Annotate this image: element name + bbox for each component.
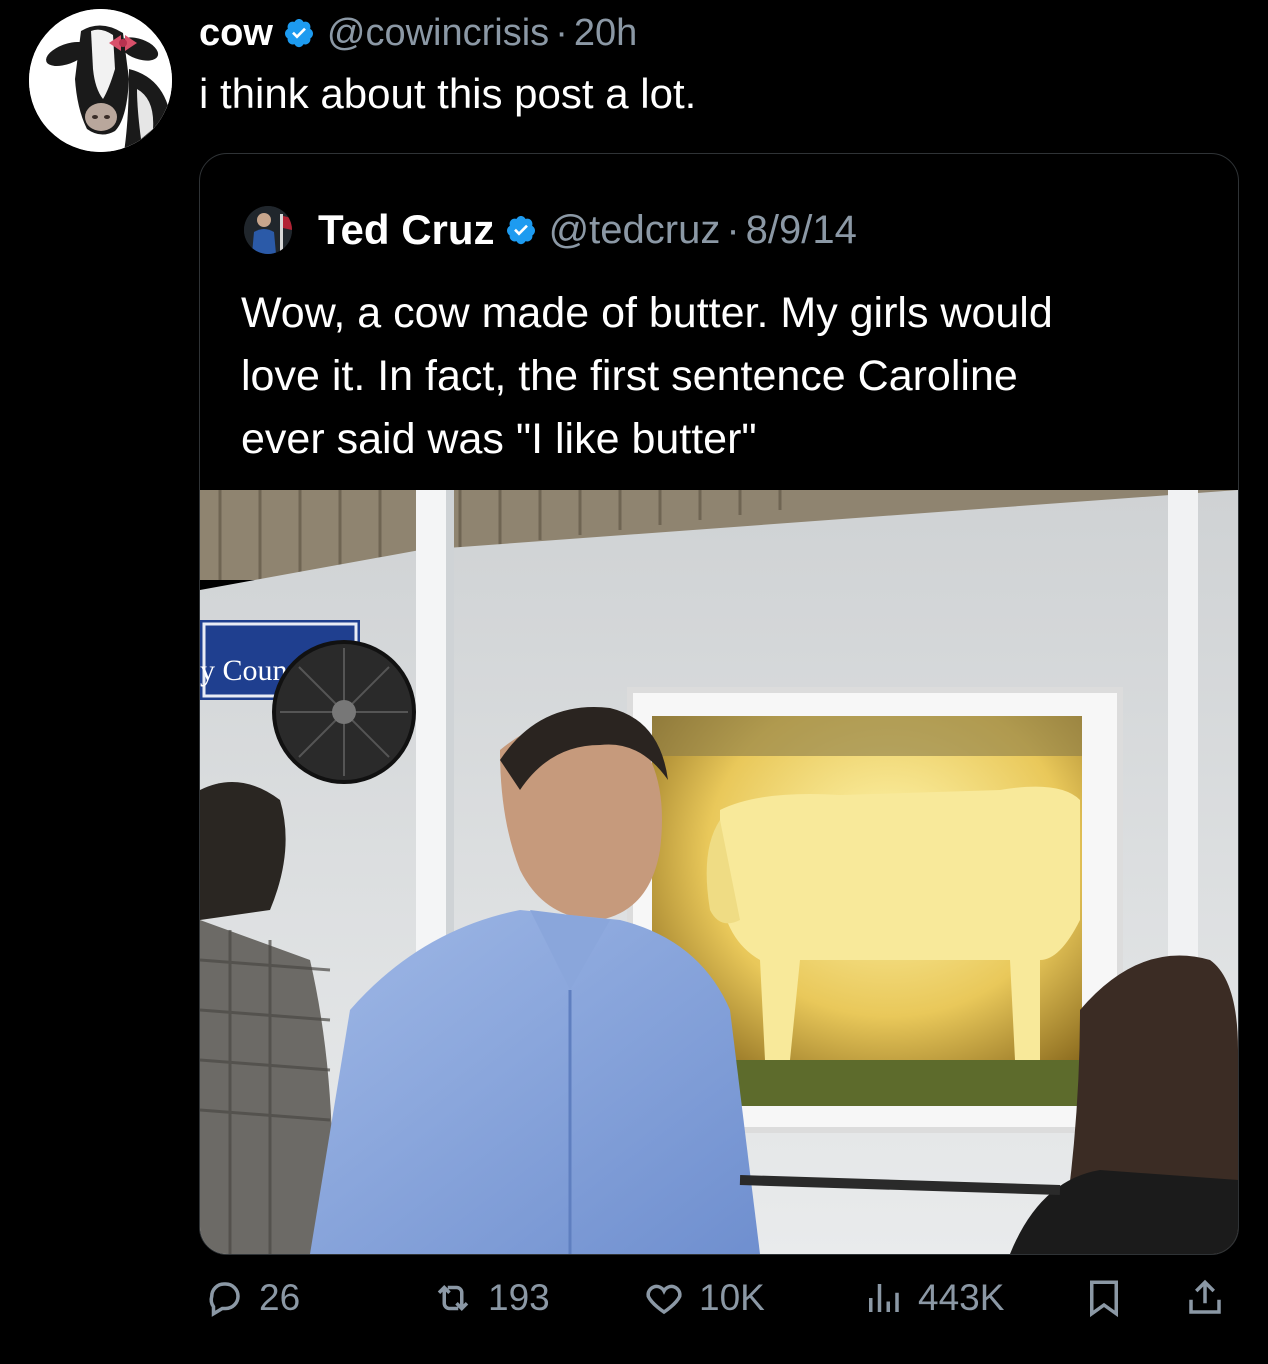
post-header: cow @cowincrisis · 20h [199,8,637,58]
quoted-post-photo[interactable]: y Council [200,490,1238,1254]
author-name[interactable]: cow [199,12,273,55]
views-chart-icon [869,1284,899,1312]
verified-badge-icon [505,214,537,246]
post-text: i think about this post a lot. [199,70,697,117]
quoted-post-text: Wow, a cow made of butter. My girls woul… [241,282,1201,471]
separator-dot: · [726,207,740,252]
butter-cow-photo: y Council [200,490,1238,1254]
separator-dot: · [555,11,568,54]
repost-button[interactable]: 193 [432,1268,550,1328]
author-handle[interactable]: @cowincrisis [327,12,549,55]
share-icon [1189,1279,1221,1314]
cow-avatar-image [29,9,172,152]
quoted-text-line: ever said was "I like butter" [241,415,757,463]
quoted-author-handle[interactable]: @tedcruz [549,208,721,253]
heart-icon [646,1284,682,1315]
quoted-post-date[interactable]: 8/9/14 [746,208,857,253]
repost-count: 193 [488,1277,550,1318]
author-avatar[interactable] [29,9,172,152]
quoted-author-avatar[interactable] [244,206,292,254]
quoted-post-card[interactable]: Ted Cruz @tedcruz · 8/9/14 Wow, a cow ma… [199,153,1239,1255]
bookmark-button[interactable] [1083,1268,1125,1328]
reply-count: 26 [259,1277,301,1318]
share-button[interactable] [1184,1268,1226,1328]
verified-badge-icon [283,17,315,49]
bookmark-icon [1090,1280,1118,1318]
reply-icon [209,1282,240,1317]
views-button[interactable]: 443K [862,1268,1004,1328]
views-count: 443K [918,1277,1005,1318]
post-action-bar: 26 193 10K 443K [0,1268,1268,1328]
quoted-author-name[interactable]: Ted Cruz [318,206,495,254]
quoted-text-line: Wow, a cow made of butter. My girls woul… [241,289,1053,337]
reply-button[interactable]: 26 [203,1268,300,1328]
like-button[interactable]: 10K [643,1268,765,1328]
quoted-post-header: Ted Cruz @tedcruz · 8/9/14 [244,204,857,256]
post-time[interactable]: 20h [574,12,637,55]
like-count: 10K [699,1277,765,1318]
quoted-text-line: love it. In fact, the first sentence Car… [241,352,1018,400]
repost-icon [437,1285,469,1311]
